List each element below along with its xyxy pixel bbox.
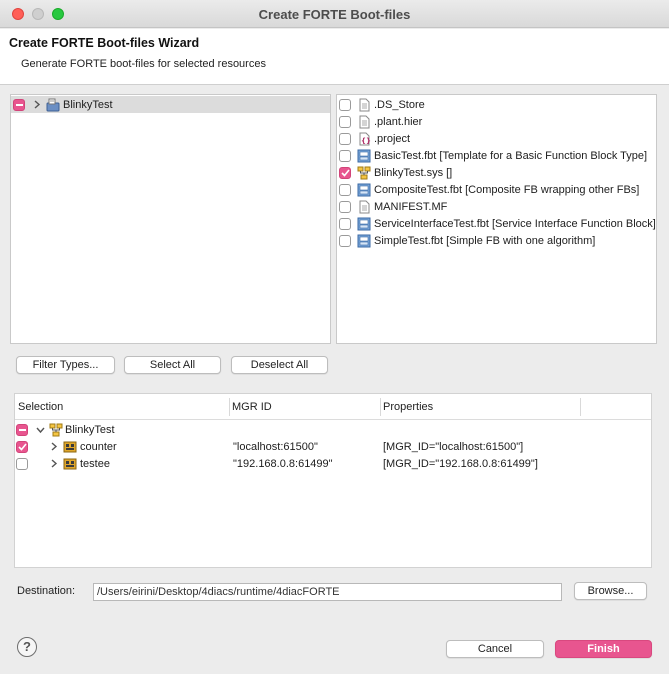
project-file-icon: {} [357, 132, 371, 146]
properties-value: [MGR_ID="localhost:61500"] [383, 440, 524, 453]
tree-item-blinkytest[interactable]: BlinkyTest [11, 96, 330, 113]
wizard-title: Create FORTE Boot-files Wizard [9, 36, 200, 50]
column-divider[interactable] [229, 398, 230, 416]
list-item-label: SimpleTest.fbt [Simple FB with one algor… [374, 234, 596, 247]
list-item-checkbox[interactable] [339, 217, 351, 230]
title-bar: Create FORTE Boot-files [0, 0, 669, 28]
list-item-checkbox[interactable] [339, 166, 351, 179]
column-divider[interactable] [580, 398, 581, 416]
list-item-label: BlinkyTest.sys [] [374, 166, 453, 179]
chevron-right-icon[interactable] [31, 99, 43, 111]
table-row[interactable]: testee "192.168.0.8:61499" [MGR_ID="192.… [16, 455, 652, 472]
list-item-checkbox[interactable] [339, 200, 351, 213]
resource-icon [63, 457, 77, 471]
function-block-icon [357, 183, 371, 197]
list-item-label: MANIFEST.MF [374, 200, 448, 213]
list-item-checkbox[interactable] [339, 115, 351, 128]
project-tree-panel[interactable]: BlinkyTest [10, 94, 331, 344]
destination-field[interactable]: /Users/eirini/Desktop/4diacs/runtime/4di… [93, 583, 562, 601]
column-header-selection[interactable]: Selection [18, 401, 63, 413]
list-item-label: ServiceInterfaceTest.fbt [Service Interf… [374, 217, 656, 230]
list-item[interactable]: ServiceInterfaceTest.fbt [Service Interf… [339, 215, 656, 232]
table-row-checkbox[interactable] [16, 457, 28, 470]
table-row-label: BlinkyTest [65, 423, 115, 436]
filter-types-button[interactable]: Filter Types... [16, 356, 115, 374]
resource-name: counter [80, 440, 117, 453]
help-icon[interactable]: ? [17, 637, 37, 657]
file-icon [357, 115, 371, 129]
cancel-button[interactable]: Cancel [446, 640, 544, 658]
list-item-label: BasicTest.fbt [Template for a Basic Func… [374, 149, 648, 162]
svg-text:{}: {} [361, 137, 371, 145]
column-header-mgr-id[interactable]: MGR ID [232, 401, 272, 413]
wizard-subtitle: Generate FORTE boot-files for selected r… [21, 58, 266, 70]
list-item-checkbox[interactable] [339, 234, 351, 247]
list-item[interactable]: MANIFEST.MF [339, 198, 447, 215]
list-item[interactable]: {} .project [339, 130, 410, 147]
resource-icon [63, 440, 77, 454]
chevron-right-icon[interactable] [48, 458, 60, 470]
resource-file-list[interactable]: .DS_Store .plant.hier {} .project BasicT… [336, 94, 657, 344]
table-header: Selection MGR ID Properties [15, 394, 651, 420]
list-item[interactable]: CompositeTest.fbt [Composite FB wrapping… [339, 181, 639, 198]
list-item[interactable]: BasicTest.fbt [Template for a Basic Func… [339, 147, 647, 164]
wizard-header: Create FORTE Boot-files Wizard Generate … [0, 29, 669, 85]
list-item-label: .plant.hier [374, 115, 423, 128]
function-block-icon [357, 217, 371, 231]
system-file-icon [357, 166, 371, 180]
destination-label: Destination: [17, 585, 76, 597]
list-item-label: .project [374, 132, 411, 145]
list-item[interactable]: BlinkyTest.sys [] [339, 164, 452, 181]
resource-table[interactable]: Selection MGR ID Properties BlinkyTest c… [14, 393, 652, 568]
file-icon [357, 98, 371, 112]
system-project-icon [46, 98, 60, 112]
list-item[interactable]: .plant.hier [339, 113, 422, 130]
system-file-icon [49, 423, 63, 437]
chevron-right-icon[interactable] [48, 441, 60, 453]
list-item-label: CompositeTest.fbt [Composite FB wrapping… [374, 183, 640, 196]
mgr-id-value: "192.168.0.8:61499" [233, 457, 333, 470]
file-icon [357, 200, 371, 214]
table-row-checkbox[interactable] [16, 440, 28, 453]
list-item-checkbox[interactable] [339, 132, 351, 145]
chevron-down-icon[interactable] [34, 424, 46, 436]
column-header-properties[interactable]: Properties [383, 401, 433, 413]
table-row-checkbox[interactable] [16, 423, 28, 436]
resource-name: testee [80, 457, 110, 470]
select-all-button[interactable]: Select All [124, 356, 221, 374]
finish-button[interactable]: Finish [555, 640, 652, 658]
list-item-checkbox[interactable] [339, 149, 351, 162]
browse-button[interactable]: Browse... [574, 582, 647, 600]
tree-item-label: BlinkyTest [63, 98, 113, 111]
deselect-all-button[interactable]: Deselect All [231, 356, 328, 374]
function-block-icon [357, 234, 371, 248]
list-item-checkbox[interactable] [339, 183, 351, 196]
list-item[interactable]: SimpleTest.fbt [Simple FB with one algor… [339, 232, 595, 249]
window-title: Create FORTE Boot-files [258, 7, 411, 22]
list-item-label: .DS_Store [374, 98, 425, 111]
function-block-icon [357, 149, 371, 163]
table-row[interactable]: counter "localhost:61500" [MGR_ID="local… [16, 438, 652, 455]
table-row-root[interactable]: BlinkyTest [16, 421, 115, 438]
list-item[interactable]: .DS_Store [339, 96, 425, 113]
properties-value: [MGR_ID="192.168.0.8:61499"] [383, 457, 538, 470]
column-divider[interactable] [380, 398, 381, 416]
mgr-id-value: "localhost:61500" [233, 440, 318, 453]
list-item-checkbox[interactable] [339, 98, 351, 111]
tree-item-checkbox[interactable] [13, 98, 25, 111]
